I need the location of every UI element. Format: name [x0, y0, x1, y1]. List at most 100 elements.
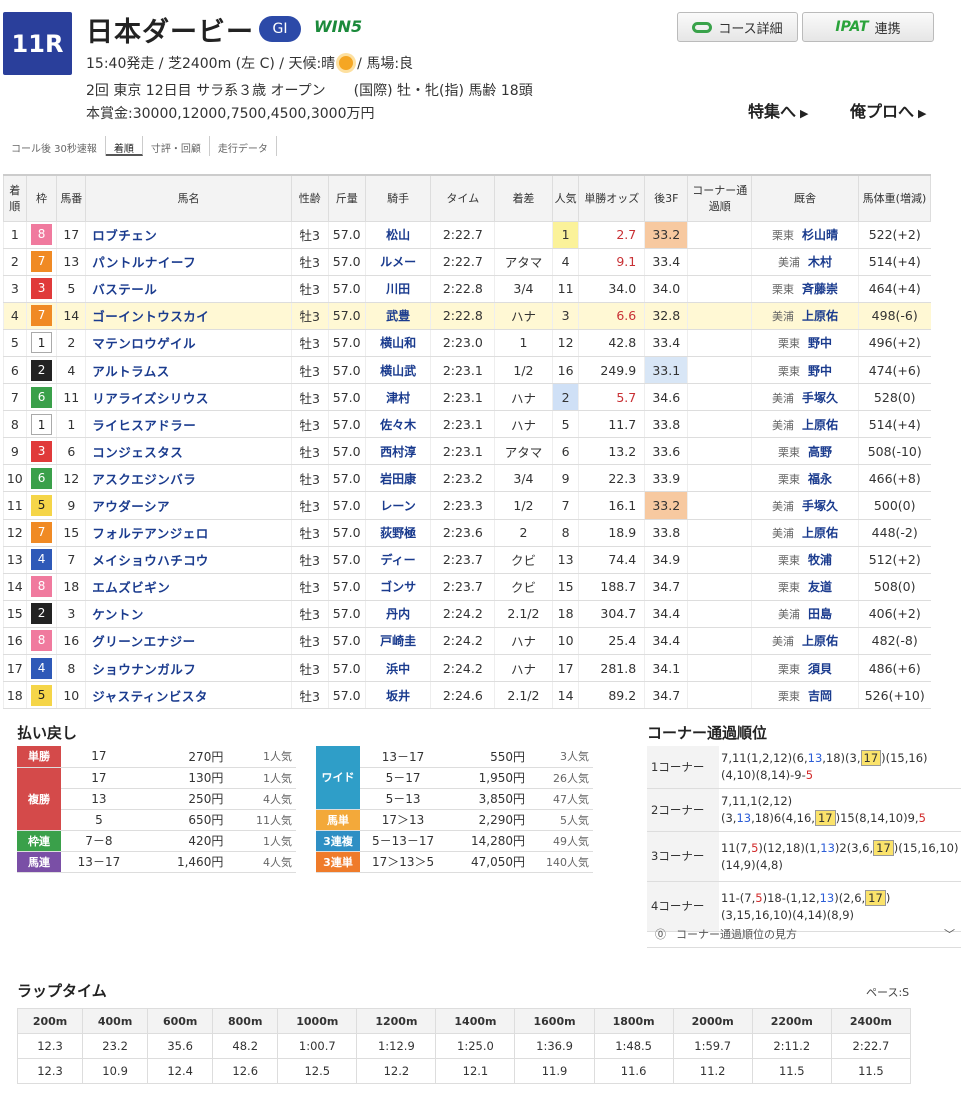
sex-age: 牡3 — [290, 681, 329, 710]
trainer-name[interactable]: 福永 — [808, 472, 832, 486]
trainer-name[interactable]: 上原佑 — [802, 526, 838, 540]
time: 2:23.7 — [430, 573, 495, 601]
column-header: コーナー通過順 — [687, 174, 753, 222]
trainer-name[interactable]: 斉藤崇 — [802, 282, 838, 296]
table-row: 9 3 6 コンジェスタス 牡3 57.0 西村淳 2:23.1 アタマ 6 13.2 33.6 栗東高… — [3, 437, 931, 466]
horse-name[interactable]: グリーンエナジー — [85, 627, 292, 656]
payout-type: 複勝 — [17, 767, 61, 831]
jockey-name[interactable]: 松山 — [364, 221, 431, 249]
sex-age: 牡3 — [290, 600, 329, 628]
jockey-name[interactable]: ゴンサ — [364, 573, 431, 601]
jockey-name[interactable]: 横山和 — [364, 329, 431, 357]
tab-running-data[interactable]: 走行データ — [210, 136, 277, 156]
corner-order — [687, 248, 752, 276]
tab-finish-order[interactable]: 着順 — [105, 136, 143, 156]
margin: クビ — [494, 573, 553, 601]
horse-number: 8 — [56, 654, 86, 683]
trainer-name[interactable]: 野中 — [808, 364, 832, 378]
jockey-name[interactable]: 横山武 — [364, 356, 431, 385]
trainer-name[interactable]: 杉山晴 — [802, 228, 838, 242]
horse-name[interactable]: アウダーシア — [85, 491, 292, 520]
waku-cell: 7 — [25, 519, 57, 547]
jockey-name[interactable]: 坂井 — [364, 681, 431, 710]
tab-review[interactable]: 寸評・回顧 — [143, 136, 210, 156]
ipat-link-button[interactable]: IPAT 連携 — [802, 12, 934, 42]
horse-name[interactable]: ケントン — [85, 600, 292, 628]
horse-name[interactable]: リアライズシリウス — [85, 383, 292, 412]
sex-age: 牡3 — [290, 410, 329, 439]
jockey-name[interactable]: ルメー — [364, 248, 431, 276]
jockey-name[interactable]: ディー — [364, 546, 431, 574]
waku-badge: 4 — [31, 657, 53, 679]
horse-name[interactable]: アルトラムス — [85, 356, 292, 385]
horse-name[interactable]: フォルテアンジェロ — [85, 519, 292, 547]
horse-name[interactable]: マテンロウゲイル — [85, 329, 292, 357]
finish-position: 2 — [3, 248, 27, 276]
pro-link[interactable]: 俺プロへ ▶ — [850, 98, 926, 122]
jockey-name[interactable]: 浜中 — [364, 654, 431, 683]
lap-time: 48.2 — [212, 1033, 279, 1059]
jockey-name[interactable]: 西村淳 — [364, 437, 431, 466]
course-detail-button[interactable]: コース詳細 — [677, 12, 798, 42]
trainer-name[interactable]: 野中 — [808, 336, 832, 350]
waku-cell: 1 — [25, 410, 57, 439]
finish-position: 3 — [3, 275, 27, 303]
result-tabs: コール後 30秒速報 着順 寸評・回顧 走行データ — [3, 136, 313, 162]
horse-number: 11 — [56, 383, 86, 412]
trainer-cell: 美浦 上原佑 — [751, 627, 859, 656]
tab-call-flash[interactable]: コール後 30秒速報 — [3, 136, 106, 156]
margin: ハナ — [494, 410, 553, 439]
trainer-name[interactable]: 上原佑 — [802, 309, 838, 323]
corner-order — [687, 654, 752, 683]
jockey-name[interactable]: 武豊 — [364, 302, 431, 330]
trainer-name[interactable]: 手塚久 — [802, 499, 838, 513]
trainer-name[interactable]: 須貝 — [808, 662, 832, 676]
trainer-name[interactable]: 高野 — [808, 445, 832, 459]
horse-name[interactable]: ジャスティンビスタ — [85, 681, 292, 710]
horse-name[interactable]: バステール — [85, 275, 292, 303]
waku-badge: 5 — [31, 684, 53, 706]
win-odds: 249.9 — [578, 356, 645, 385]
horse-name[interactable]: ショウナンガルフ — [85, 654, 292, 683]
horse-name[interactable]: エムズビギン — [85, 573, 292, 601]
prize-money: 本賞金:30000,12000,7500,4500,3000万円 — [86, 106, 375, 122]
trainer-name[interactable]: 上原佑 — [802, 418, 838, 432]
horse-name[interactable]: アスクエジンバラ — [85, 464, 292, 493]
horse-name[interactable]: ライヒスアドラー — [85, 410, 292, 439]
trainer-name[interactable]: 友道 — [808, 580, 832, 594]
finish-position: 10 — [3, 464, 27, 493]
win5-logo[interactable]: WIN5 — [314, 17, 362, 36]
jockey-name[interactable]: 戸崎圭 — [364, 627, 431, 656]
jockey-name[interactable]: 佐々木 — [364, 410, 431, 439]
popularity: 9 — [551, 464, 579, 493]
horse-name[interactable]: コンジェスタス — [85, 437, 292, 466]
jockey-name[interactable]: 丹内 — [364, 600, 431, 628]
horse-name[interactable]: ゴーイントウスカイ — [85, 302, 292, 330]
finish-position: 14 — [3, 573, 27, 601]
special-link[interactable]: 特集へ ▶ — [748, 98, 808, 122]
lap-distance: 2400m — [830, 1008, 912, 1034]
corner-help-toggle[interactable]: ⓪ コーナー通過順位の見方 ﹀ — [647, 920, 961, 948]
trainer-name[interactable]: 上原佑 — [802, 634, 838, 648]
trainer-name[interactable]: 吉岡 — [808, 689, 832, 703]
waku-cell: 7 — [25, 248, 57, 276]
horse-name[interactable]: パントルナイーフ — [85, 248, 292, 276]
pro-link-label: 俺プロへ — [850, 102, 915, 121]
jockey-name[interactable]: レーン — [364, 491, 431, 520]
trainer-name[interactable]: 田島 — [808, 607, 832, 621]
margin: アタマ — [494, 248, 553, 276]
trainer-name[interactable]: 手塚久 — [802, 391, 838, 405]
horse-name[interactable]: メイショウハチコウ — [85, 546, 292, 574]
trainer-cell: 栗東 福永 — [751, 464, 859, 493]
payout-popularity: 5人気 — [529, 809, 593, 831]
help-icon: ⓪ — [655, 927, 666, 941]
jockey-name[interactable]: 岩田康 — [364, 464, 431, 493]
time: 2:23.3 — [430, 491, 495, 520]
lap-distance: 1600m — [514, 1008, 595, 1034]
jockey-name[interactable]: 川田 — [364, 275, 431, 303]
jockey-name[interactable]: 荻野極 — [364, 519, 431, 547]
trainer-name[interactable]: 木村 — [808, 255, 832, 269]
trainer-name[interactable]: 牧浦 — [808, 553, 832, 567]
jockey-name[interactable]: 津村 — [364, 383, 431, 412]
horse-name[interactable]: ロブチェン — [85, 221, 292, 249]
